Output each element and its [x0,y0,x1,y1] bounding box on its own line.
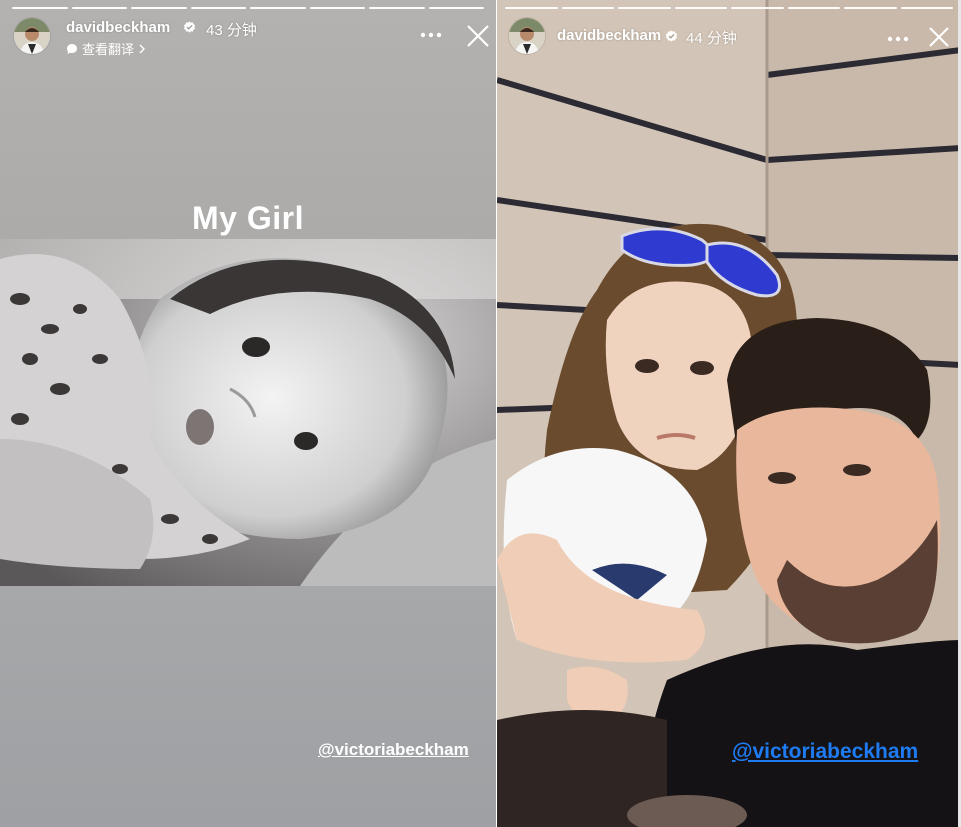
progress-segment [131,7,187,9]
close-icon[interactable] [927,25,951,49]
translate-link[interactable]: 查看翻译 [66,39,146,58]
verified-badge-icon [665,30,678,42]
post-time: 43 分钟 [206,22,257,39]
story-progress-bar [12,7,484,9]
username[interactable]: davidbeckham [66,19,170,36]
mention-link[interactable]: @victoriabeckham [318,740,469,760]
baby-photo [0,239,496,586]
progress-segment [900,7,953,9]
mention-link[interactable]: @victoriabeckham [732,740,918,764]
post-time: 44 分钟 [686,30,737,47]
progress-segment [71,7,127,9]
speech-bubble-icon [67,43,77,54]
progress-segment [505,7,558,9]
story-panel-left[interactable]: davidbeckham 43 分钟 查看翻译 My Girl @victori… [0,0,496,827]
progress-segment [369,7,425,9]
close-icon[interactable] [466,24,490,48]
progress-segment [309,7,365,9]
progress-segment [844,7,897,9]
more-horizontal-icon[interactable] [887,32,909,46]
verified-badge-icon [183,21,196,33]
progress-segment [731,7,784,9]
father-daughter-photo [497,0,961,827]
progress-segment [428,7,484,9]
more-horizontal-icon[interactable] [420,28,442,42]
progress-segment [561,7,614,9]
chevron-right-icon [139,44,146,53]
story-header: davidbeckham 43 分钟 查看翻译 [14,18,489,58]
progress-segment [618,7,671,9]
username[interactable]: davidbeckham [557,27,661,44]
progress-segment [190,7,246,9]
progress-segment [250,7,306,9]
avatar[interactable] [509,18,545,54]
story-panel-right[interactable]: davidbeckham 44 分钟 @victoriabeckham [497,0,961,827]
story-progress-bar [505,7,953,9]
story-caption-title: My Girl [192,200,304,236]
progress-segment [12,7,68,9]
avatar[interactable] [14,18,50,54]
translate-label: 查看翻译 [82,42,135,57]
progress-segment [674,7,727,9]
story-header: davidbeckham 44 分钟 [509,18,949,58]
progress-segment [787,7,840,9]
